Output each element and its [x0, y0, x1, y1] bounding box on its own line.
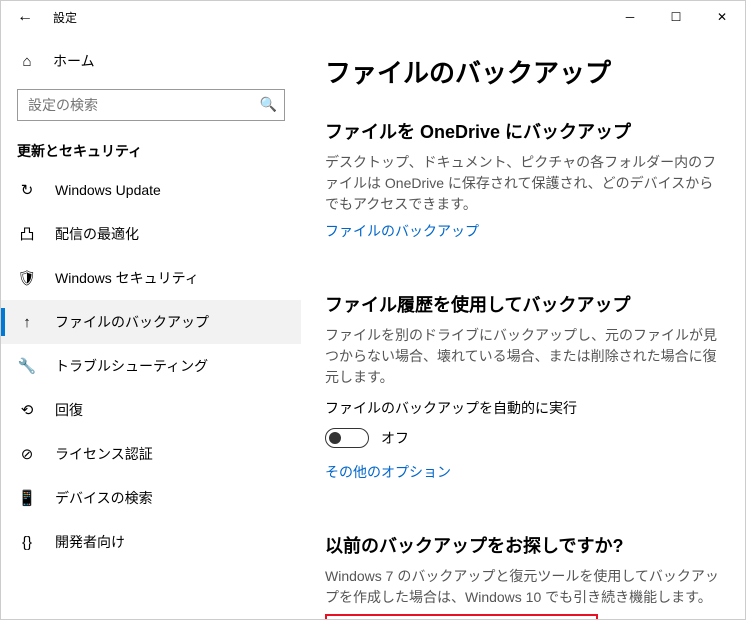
device-icon: 📱: [17, 489, 37, 507]
sidebar-item-label: Windows Update: [55, 182, 161, 198]
window-title: 設定: [53, 9, 77, 26]
activation-icon: ⊘: [17, 445, 37, 463]
toggle-state-label: オフ: [381, 428, 409, 448]
previous-backup-heading: 以前のバックアップをお探しですか?: [325, 532, 721, 558]
page-title: ファイルのバックアップ: [325, 53, 721, 90]
onedrive-heading: ファイルを OneDrive にバックアップ: [325, 118, 721, 144]
sidebar-item-label: デバイスの検索: [55, 488, 153, 508]
developer-icon: {}: [17, 534, 37, 551]
previous-backup-description: Windows 7 のバックアップと復元ツールを使用してバックアップを作成した場…: [325, 566, 721, 608]
file-history-description: ファイルを別のドライブにバックアップし、元のファイルが見つからない場合、壊れてい…: [325, 325, 721, 388]
home-label: ホーム: [53, 51, 95, 71]
sidebar-item-find-device[interactable]: 📱 デバイスの検索: [1, 476, 301, 520]
close-button[interactable]: ✕: [699, 1, 745, 33]
sidebar-item-developers[interactable]: {} 開発者向け: [1, 520, 301, 564]
sidebar-item-backup[interactable]: ↑ ファイルのバックアップ: [1, 300, 301, 344]
maximize-button[interactable]: ☐: [653, 1, 699, 33]
onedrive-description: デスクトップ、ドキュメント、ピクチャの各フォルダー内のファイルは OneDriv…: [325, 152, 721, 215]
delivery-icon: 凸: [17, 223, 37, 244]
onedrive-backup-link[interactable]: ファイルのバックアップ: [325, 221, 479, 241]
window-body: ⌂ ホーム 🔍 更新とセキュリティ ↻ Windows Update 凸 配信の…: [1, 33, 745, 619]
sidebar-item-label: 回復: [55, 400, 83, 420]
file-history-heading: ファイル履歴を使用してバックアップ: [325, 291, 721, 317]
settings-window: ← 設定 ─ ☐ ✕ ⌂ ホーム 🔍 更新とセキュリティ ↻ Windows U…: [1, 1, 745, 619]
sidebar-item-label: 配信の最適化: [55, 224, 139, 244]
sidebar-item-label: ファイルのバックアップ: [55, 312, 209, 332]
sidebar-item-windows-update[interactable]: ↻ Windows Update: [1, 169, 301, 211]
sidebar: ⌂ ホーム 🔍 更新とセキュリティ ↻ Windows Update 凸 配信の…: [1, 33, 301, 619]
content-pane: ファイルのバックアップ ファイルを OneDrive にバックアップ デスクトッ…: [301, 33, 745, 619]
sidebar-item-label: 開発者向け: [55, 532, 125, 552]
window-controls: ─ ☐ ✕: [607, 1, 745, 33]
titlebar: ← 設定 ─ ☐ ✕: [1, 1, 745, 33]
auto-backup-toggle-row: オフ: [325, 428, 721, 448]
sidebar-item-windows-security[interactable]: 🛡 Windows セキュリティ: [1, 256, 301, 300]
sync-icon: ↻: [17, 181, 37, 199]
sidebar-item-delivery-optimization[interactable]: 凸 配信の最適化: [1, 211, 301, 256]
minimize-button[interactable]: ─: [607, 1, 653, 33]
sidebar-item-recovery[interactable]: ⟲ 回復: [1, 388, 301, 432]
recovery-icon: ⟲: [17, 401, 37, 419]
search-box: 🔍: [17, 89, 285, 121]
sidebar-item-troubleshoot[interactable]: 🔧 トラブルシューティング: [1, 344, 301, 388]
backup-icon: ↑: [17, 314, 37, 331]
backup-restore-win7-link[interactable]: [バックアップと復元] に移動 (Windows 7): [325, 614, 598, 619]
sidebar-item-label: トラブルシューティング: [55, 356, 208, 376]
category-header: 更新とセキュリティ: [1, 137, 301, 169]
sidebar-item-label: Windows セキュリティ: [55, 268, 199, 288]
home-nav[interactable]: ⌂ ホーム: [1, 41, 301, 81]
auto-backup-label: ファイルのバックアップを自動的に実行: [325, 398, 721, 418]
sidebar-item-label: ライセンス認証: [55, 444, 153, 464]
search-icon: 🔍: [260, 96, 277, 113]
auto-backup-toggle[interactable]: [325, 428, 369, 448]
troubleshoot-icon: 🔧: [17, 357, 37, 375]
more-options-link[interactable]: その他のオプション: [325, 462, 451, 482]
sidebar-item-activation[interactable]: ⊘ ライセンス認証: [1, 432, 301, 476]
search-input[interactable]: [17, 89, 285, 121]
home-icon: ⌂: [17, 53, 37, 70]
shield-icon: 🛡: [17, 269, 37, 287]
back-button[interactable]: ←: [9, 8, 41, 26]
